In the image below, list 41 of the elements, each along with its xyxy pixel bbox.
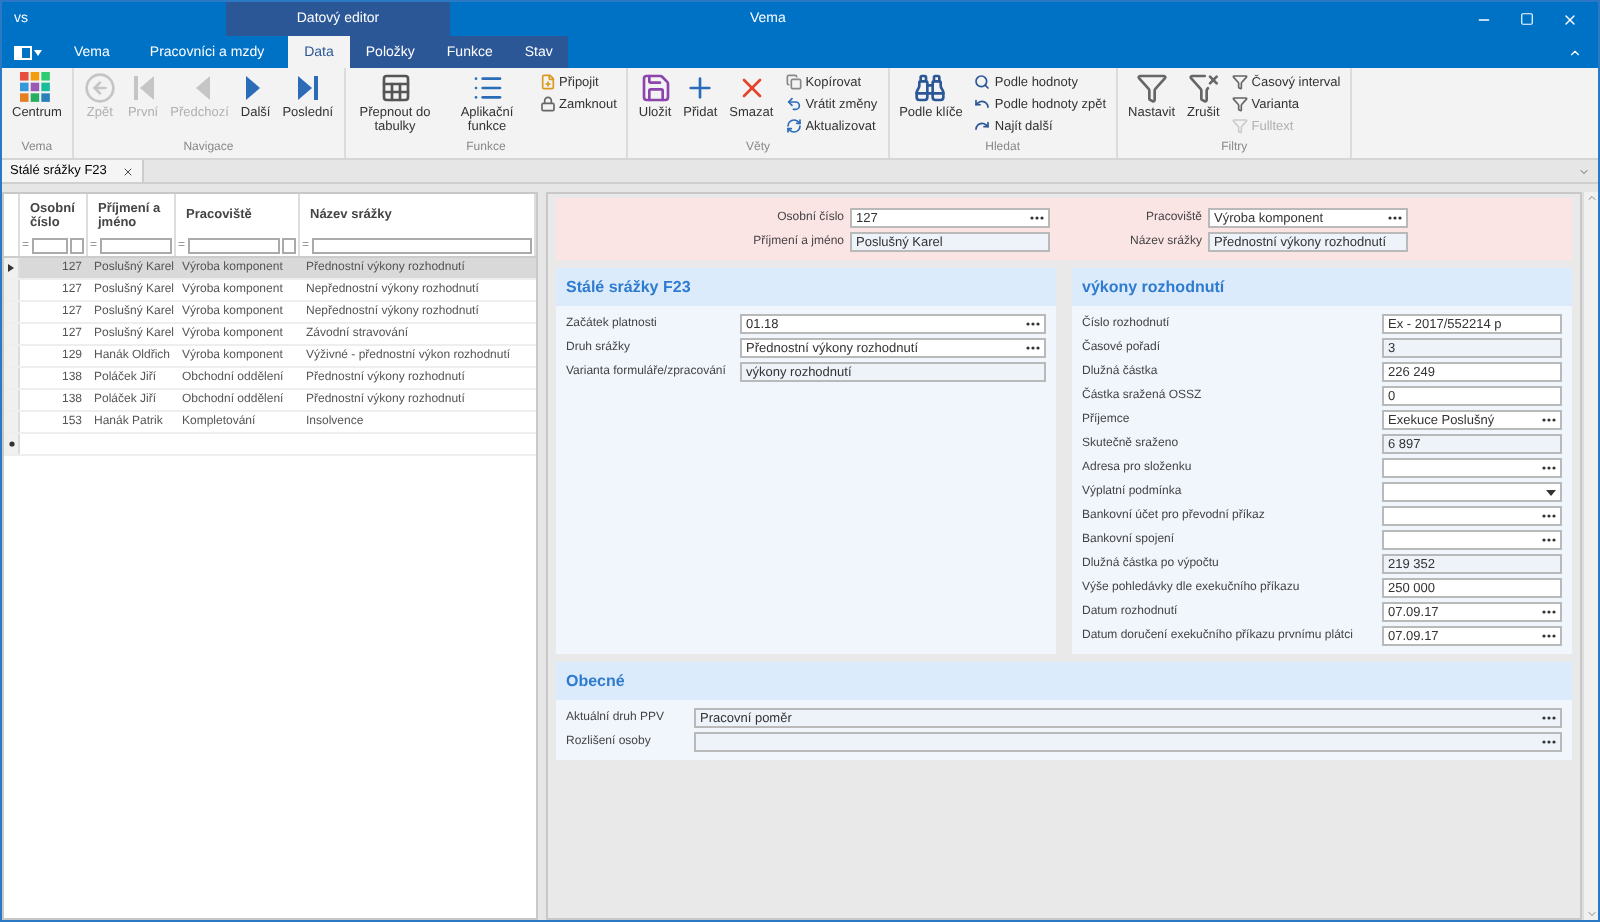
input-field[interactable] <box>1382 506 1562 526</box>
collapse-ribbon-icon[interactable] <box>1568 45 1582 59</box>
caret-icon <box>34 49 42 55</box>
refresh-icon <box>785 118 802 134</box>
filter-icon <box>1231 74 1248 90</box>
filter-field[interactable] <box>311 237 532 253</box>
input-field[interactable] <box>694 732 1562 752</box>
last-icon <box>293 72 322 104</box>
input-field[interactable] <box>1382 530 1562 550</box>
filter-icon <box>1231 118 1248 134</box>
input-field[interactable] <box>1382 482 1562 502</box>
filter-clear-icon <box>1187 72 1220 104</box>
filter-field[interactable] <box>99 237 172 253</box>
list-icon <box>471 72 503 104</box>
tiles-icon <box>20 72 53 104</box>
file-plus-icon <box>539 74 555 90</box>
lock-icon <box>539 96 555 112</box>
filter-field[interactable] <box>187 237 280 253</box>
input-field[interactable] <box>1382 458 1562 478</box>
back-icon <box>83 72 116 104</box>
new-row-icon <box>7 440 15 448</box>
filter-field[interactable] <box>31 237 68 253</box>
section-title: výkony rozhodnutí <box>1072 268 1572 306</box>
caret-icon[interactable] <box>1546 489 1556 495</box>
copy-icon <box>785 74 802 90</box>
row-indicator-icon <box>8 264 14 272</box>
search-icon <box>974 74 991 90</box>
window-icon <box>14 45 32 59</box>
binoculars-icon <box>914 72 947 104</box>
filter-icon <box>1231 96 1248 112</box>
undo-icon <box>974 96 991 112</box>
restore-icon[interactable] <box>1520 12 1534 26</box>
table-icon <box>379 72 411 104</box>
redo-icon <box>974 118 991 134</box>
undo-icon <box>785 96 802 112</box>
filter-icon <box>1135 72 1168 104</box>
save-icon <box>639 72 672 104</box>
section-title: Obecné <box>556 662 1572 700</box>
first-icon <box>129 72 158 104</box>
close-icon[interactable] <box>122 165 135 177</box>
section-title: Stálé srážky F23 <box>556 268 1056 306</box>
